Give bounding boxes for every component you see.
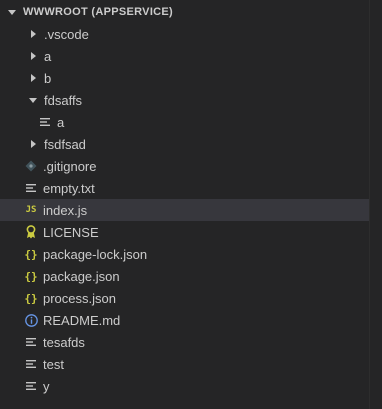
tree-file-item[interactable]: {} package-lock.json xyxy=(0,243,370,265)
explorer-section-title: WWWROOT (APPSERVICE) xyxy=(23,6,174,18)
info-icon xyxy=(24,313,38,327)
tree-file-item[interactable]: a xyxy=(0,111,370,133)
lines-file-icon xyxy=(24,335,38,349)
tree-file-item[interactable]: {} process.json xyxy=(0,287,370,309)
tree-item-label: tesafds xyxy=(43,334,85,350)
tree-item-label: process.json xyxy=(43,290,116,306)
lines-file-icon xyxy=(24,357,38,371)
tree-folder-item[interactable]: b xyxy=(0,67,370,89)
explorer-scrollbar[interactable] xyxy=(369,0,382,409)
tree-item-label: a xyxy=(57,114,65,130)
tree-item-label: fsdfsad xyxy=(44,136,86,152)
tree-item-label: .vscode xyxy=(44,26,89,42)
json-file-icon: {} xyxy=(24,247,38,261)
lines-file-icon xyxy=(24,181,38,195)
gitignore-icon xyxy=(24,159,38,173)
tree-item-label: package-lock.json xyxy=(43,246,148,262)
tree-item-label: README.md xyxy=(43,312,121,328)
tree-file-item[interactable]: y xyxy=(0,375,370,397)
tree-file-item[interactable]: empty.txt xyxy=(0,177,370,199)
explorer-panel: WWWROOT (APPSERVICE) .vscode a b fdsaffs a fs… xyxy=(0,0,382,409)
tree-file-item[interactable]: tesafds xyxy=(0,331,370,353)
tree-file-item[interactable]: JS index.js xyxy=(0,199,370,221)
tree-file-item[interactable]: {} package.json xyxy=(0,265,370,287)
tree-file-item[interactable]: test xyxy=(0,353,370,375)
js-file-icon: JS xyxy=(25,205,37,215)
tree-folder-item[interactable]: fsdfsad xyxy=(0,133,370,155)
chevron-down-icon xyxy=(7,7,17,17)
tree-item-label: empty.txt xyxy=(43,180,95,196)
lines-file-icon xyxy=(24,379,38,393)
tree-item-label: fdsaffs xyxy=(44,92,83,108)
tree-item-label: index.js xyxy=(43,202,88,218)
tree-item-label: a xyxy=(44,48,52,64)
chevron-right-icon[interactable] xyxy=(28,29,38,39)
chevron-right-icon[interactable] xyxy=(28,73,38,83)
license-icon xyxy=(24,225,38,239)
chevron-right-icon[interactable] xyxy=(28,51,38,61)
tree-item-label: b xyxy=(44,70,52,86)
tree-item-label: LICENSE xyxy=(43,224,99,240)
chevron-down-icon[interactable] xyxy=(28,95,38,105)
file-tree: .vscode a b fdsaffs a fsdfsad .gitignore empty.… xyxy=(0,23,370,397)
tree-file-item[interactable]: LICENSE xyxy=(0,221,370,243)
explorer-section-header[interactable]: WWWROOT (APPSERVICE) xyxy=(0,1,370,23)
json-file-icon: {} xyxy=(24,269,38,283)
tree-item-label: .gitignore xyxy=(43,158,97,174)
lines-file-icon xyxy=(38,115,52,129)
tree-item-label: y xyxy=(43,378,50,394)
tree-folder-item[interactable]: fdsaffs xyxy=(0,89,370,111)
tree-folder-item[interactable]: a xyxy=(0,45,370,67)
json-file-icon: {} xyxy=(24,291,38,305)
tree-item-label: test xyxy=(43,356,64,372)
tree-item-label: package.json xyxy=(43,268,120,284)
chevron-right-icon[interactable] xyxy=(28,139,38,149)
tree-file-item[interactable]: .gitignore xyxy=(0,155,370,177)
tree-file-item[interactable]: README.md xyxy=(0,309,370,331)
tree-folder-item[interactable]: .vscode xyxy=(0,23,370,45)
